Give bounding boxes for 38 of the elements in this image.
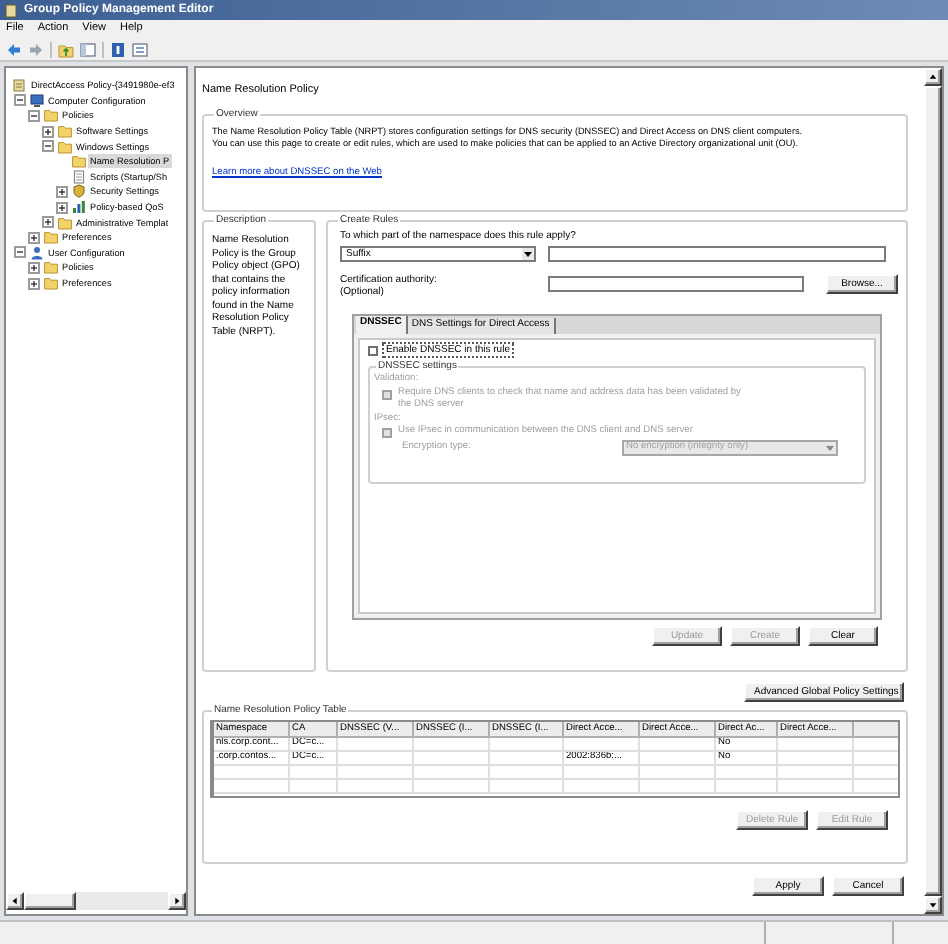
- down-arrow-icon: [928, 900, 938, 910]
- scroll-icon: [12, 78, 26, 93]
- scroll-thumb[interactable]: [24, 892, 76, 910]
- collapse-toggle[interactable]: [14, 94, 26, 107]
- computer-icon: [29, 93, 43, 108]
- panel-icon[interactable]: [80, 41, 96, 57]
- folder-up-icon[interactable]: [58, 41, 74, 57]
- ca-input[interactable]: [548, 276, 804, 292]
- expand-toggle[interactable]: [28, 231, 40, 244]
- expand-toggle[interactable]: [56, 201, 68, 214]
- up-arrow-icon: [928, 72, 938, 82]
- back-icon[interactable]: [6, 41, 22, 57]
- properties-icon[interactable]: [132, 41, 148, 57]
- help-book-icon[interactable]: [110, 41, 126, 57]
- expand-toggle[interactable]: [28, 277, 40, 290]
- user-icon: [29, 245, 43, 260]
- collapse-toggle[interactable]: [42, 140, 54, 153]
- shield-icon: [71, 184, 85, 199]
- collapse-toggle[interactable]: [14, 246, 26, 259]
- expand-toggle[interactable]: [42, 125, 54, 138]
- namespace-input[interactable]: [548, 246, 886, 262]
- scroll-right-button[interactable]: [168, 892, 186, 910]
- left-arrow-icon: [10, 896, 20, 906]
- right-arrow-icon: [172, 896, 182, 906]
- scroll-down-button[interactable]: [924, 896, 942, 914]
- expand-toggle[interactable]: [56, 185, 68, 198]
- checkbox[interactable]: [368, 345, 378, 355]
- dropdown-arrow-icon: [824, 442, 836, 454]
- scroll-left-button[interactable]: [6, 892, 24, 910]
- app-icon: [4, 3, 18, 17]
- dropdown-arrow-icon: [522, 248, 534, 260]
- scroll-up-button[interactable]: [924, 68, 942, 86]
- horizontal-scrollbar[interactable]: [6, 892, 186, 910]
- document-icon: [71, 169, 85, 184]
- expand-toggle[interactable]: [42, 216, 54, 229]
- bar-chart-icon: [71, 200, 85, 215]
- expand-toggle[interactable]: [28, 261, 40, 274]
- collapse-toggle[interactable]: [28, 109, 40, 122]
